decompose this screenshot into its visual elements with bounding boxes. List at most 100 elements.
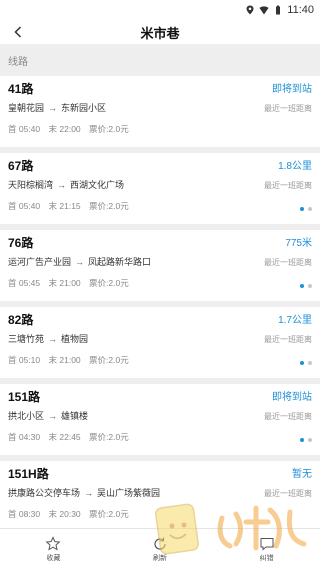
route-stops: 运河广告产业园 → 凤起路新华路口 (8, 255, 151, 268)
route-stops: 拱北小区 → 雄镇楼 (8, 409, 88, 422)
origin-stop: 运河广告产业园 (8, 257, 72, 267)
page-title: 米市巷 (140, 25, 180, 41)
route-stops: 皇朝花园 → 东新园小区 (8, 101, 106, 114)
arrival-status: 即将到站 (272, 392, 312, 403)
route-card-82[interactable]: 82路 1.7公里 三塘竹苑 → 植物园 最近一班距离 首 05:10 末 21… (0, 307, 320, 378)
route-stops: 三塘竹苑 → 植物园 (8, 332, 88, 345)
destination-stop: 东新园小区 (61, 103, 107, 113)
chevron-left-icon (14, 26, 22, 38)
first-bus-time: 首 04:30 (8, 432, 41, 442)
route-name: 151路 (8, 390, 41, 404)
battery-icon (276, 5, 281, 15)
destination-stop: 凤起路新华路口 (88, 257, 152, 267)
wifi-icon (259, 6, 269, 15)
indicator-dot-active (300, 361, 304, 365)
indicator-dot-active (300, 284, 304, 288)
refresh-label: 刷新 (152, 554, 167, 562)
destination-stop: 雄镇楼 (61, 411, 89, 421)
arrow-right-icon: → (75, 256, 85, 267)
first-bus-time: 首 05:40 (8, 124, 41, 134)
route-card-67[interactable]: 67路 1.8公里 天阳棕榈湾 → 西湖文化广场 最近一班距离 首 05:40 … (0, 153, 320, 224)
route-card-76[interactable]: 76路 775米 运河广告产业园 → 凤起路新华路口 最近一班距离 首 05:4… (0, 230, 320, 301)
refresh-button[interactable]: 刷新 (130, 536, 190, 563)
origin-stop: 拱北小区 (8, 411, 45, 421)
fare: 票价:2.0元 (89, 124, 129, 134)
star-icon (45, 535, 61, 550)
fare: 票价:2.0元 (89, 355, 129, 365)
origin-stop: 天阳棕榈湾 (8, 180, 54, 190)
route-list: 41路 即将到站 皇朝花园 → 东新园小区 最近一班距离 首 05:40 末 2… (0, 76, 320, 538)
schedule: 首 04:30 末 22:45 票价:2.0元 (8, 431, 135, 443)
first-bus-time: 首 05:40 (8, 201, 41, 211)
arrival-status: 暂无 (292, 469, 312, 480)
section-header: 线路 (0, 50, 320, 76)
route-name: 151H路 (8, 467, 49, 481)
first-bus-time: 首 05:10 (8, 355, 41, 365)
indicator-dot (308, 361, 312, 365)
origin-stop: 拱康路公交停车场 (8, 488, 81, 498)
indicator-dot (308, 438, 312, 442)
fare: 票价:2.0元 (89, 278, 129, 288)
comment-edit-icon (260, 537, 274, 551)
schedule: 首 05:40 末 22:00 票价:2.0元 (8, 123, 135, 135)
distance-caption: 最近一班距离 (264, 181, 312, 190)
favorite-label: 收藏 (46, 554, 61, 562)
bottom-toolbar: 收藏 刷新 纠错 (0, 528, 320, 569)
schedule: 首 05:45 末 21:00 票价:2.0元 (8, 277, 135, 289)
route-name: 82路 (8, 313, 34, 327)
first-bus-time: 首 05:45 (8, 278, 41, 288)
destination-stop: 西湖文化广场 (70, 180, 125, 190)
schedule: 首 05:40 末 21:15 票价:2.0元 (8, 200, 135, 212)
arrow-right-icon: → (48, 102, 58, 113)
arrival-status: 即将到站 (272, 84, 312, 95)
route-card-151h[interactable]: 151H路 暂无 拱康路公交停车场 → 吴山广场紫薇园 最近一班距离 首 08:… (0, 461, 320, 532)
report-error-button[interactable]: 纠错 (237, 536, 297, 563)
top-navigation-bar: 米市巷 (0, 20, 320, 44)
favorite-button[interactable]: 收藏 (23, 535, 83, 563)
status-bar: 11:40 (0, 0, 320, 20)
distance-caption: 最近一班距离 (264, 489, 312, 498)
schedule: 首 05:10 末 21:00 票价:2.0元 (8, 354, 135, 366)
fare: 票价:2.0元 (89, 432, 129, 442)
arrival-status: 1.7公里 (278, 315, 312, 326)
location-icon (246, 5, 254, 15)
destination-stop: 吴山广场紫薇园 (97, 488, 161, 498)
origin-stop: 皇朝花园 (8, 103, 45, 113)
indicator-dot-active (300, 207, 304, 211)
last-bus-time: 末 22:00 (48, 124, 81, 134)
last-bus-time: 末 20:30 (48, 509, 81, 519)
route-name: 76路 (8, 236, 34, 250)
fare: 票价:2.0元 (89, 201, 129, 211)
distance-caption: 最近一班距离 (264, 258, 312, 267)
distance-caption: 最近一班距离 (264, 335, 312, 344)
page-indicator (296, 284, 312, 288)
route-card-151[interactable]: 151路 即将到站 拱北小区 → 雄镇楼 最近一班距离 首 04:30 末 22… (0, 384, 320, 455)
route-stops: 拱康路公交停车场 → 吴山广场紫薇园 (8, 486, 160, 499)
page-indicator (296, 207, 312, 211)
page-indicator (296, 361, 312, 365)
fare: 票价:2.0元 (89, 509, 129, 519)
first-bus-time: 首 08:30 (8, 509, 41, 519)
back-button[interactable] (8, 22, 28, 42)
route-name: 41路 (8, 82, 34, 96)
last-bus-time: 末 21:15 (48, 201, 81, 211)
distance-caption: 最近一班距离 (264, 104, 312, 113)
refresh-icon (154, 537, 166, 550)
arrow-right-icon: → (48, 333, 58, 344)
route-stops: 天阳棕榈湾 → 西湖文化广场 (8, 178, 124, 191)
route-card-41[interactable]: 41路 即将到站 皇朝花园 → 东新园小区 最近一班距离 首 05:40 末 2… (0, 76, 320, 147)
arrow-right-icon: → (48, 410, 58, 421)
indicator-dot (308, 207, 312, 211)
arrow-right-icon: → (84, 487, 94, 498)
last-bus-time: 末 21:00 (48, 278, 81, 288)
indicator-dot-active (300, 438, 304, 442)
indicator-dot (308, 284, 312, 288)
last-bus-time: 末 21:00 (48, 355, 81, 365)
arrow-right-icon: → (57, 179, 67, 190)
distance-caption: 最近一班距离 (264, 412, 312, 421)
schedule: 首 08:30 末 20:30 票价:2.0元 (8, 508, 135, 520)
route-name: 67路 (8, 159, 34, 173)
report-error-label: 纠错 (259, 554, 274, 562)
last-bus-time: 末 22:45 (48, 432, 81, 442)
origin-stop: 三塘竹苑 (8, 334, 45, 344)
